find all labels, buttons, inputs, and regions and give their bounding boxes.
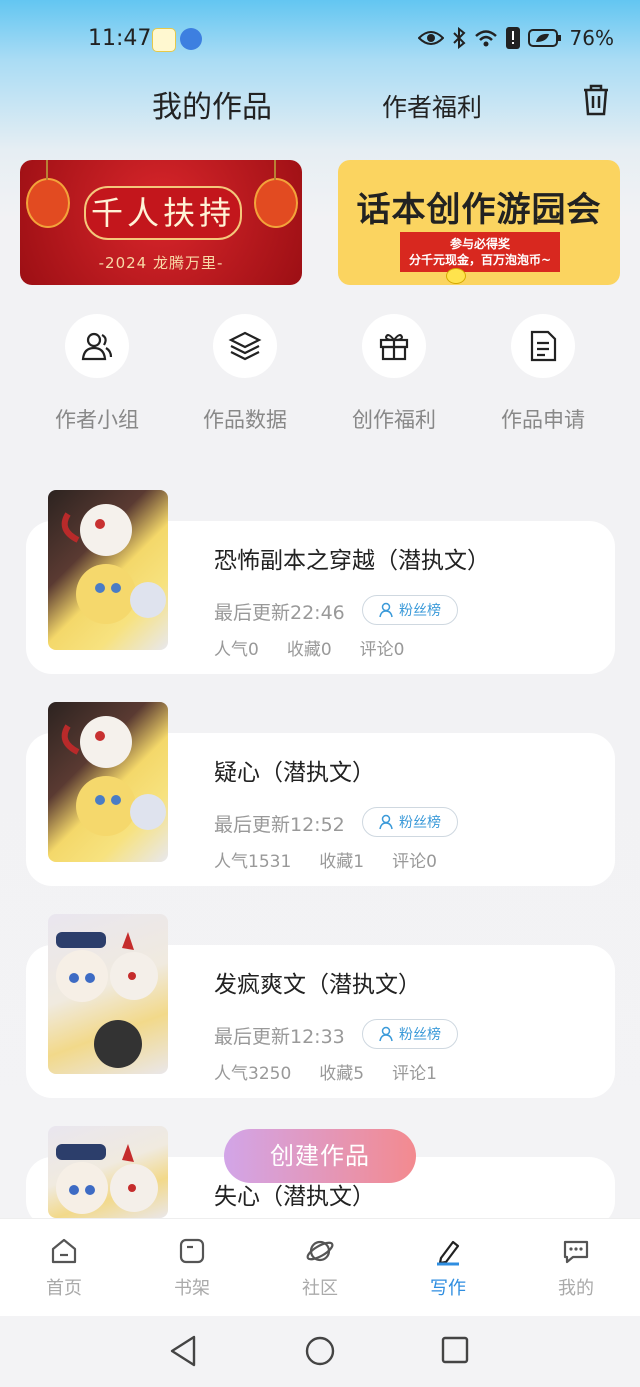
chat-icon: [563, 1240, 589, 1264]
fans-label: 粉丝榜: [399, 603, 441, 619]
nav-label: 作品数据: [203, 408, 287, 432]
lantern-right: [254, 160, 298, 228]
fans-ranking-button[interactable]: 粉丝榜: [362, 595, 458, 625]
home-circle-icon[interactable]: [304, 1335, 336, 1367]
nav-creation-welfare[interactable]: 创作福利: [329, 314, 459, 434]
work-cover[interactable]: [48, 914, 168, 1074]
work-updated: 最后更新22:46: [214, 602, 345, 624]
tab-label: 首页: [46, 1278, 82, 1299]
banner-yellow-line1: 参与必得奖: [449, 237, 510, 251]
work-title: 恐怖副本之穿越（潜执文）: [214, 548, 490, 574]
banner-creation-festival[interactable]: 话本创作游园会 参与必得奖 分千元现金，百万泡泡币~: [338, 160, 620, 285]
banner-yellow-subtitle: 参与必得奖 分千元现金，百万泡泡币~: [400, 232, 560, 272]
banner-support-program[interactable]: 千人扶持 -2024 龙腾万里-: [20, 160, 302, 285]
work-title: 疑心（潜执文）: [214, 760, 375, 786]
status-time: 11:47: [88, 26, 152, 51]
favorites: 收藏0: [286, 640, 332, 660]
nav-label: 创作福利: [352, 408, 436, 432]
back-icon[interactable]: [168, 1334, 198, 1368]
layers-icon: [228, 331, 262, 361]
nav-circle: [65, 314, 129, 378]
wifi-icon: [474, 30, 497, 47]
tab-label: 社区: [302, 1278, 338, 1299]
trash-button[interactable]: [578, 82, 614, 118]
tab-author-welfare[interactable]: 作者福利: [382, 88, 482, 124]
favorites: 收藏1: [319, 852, 365, 872]
cover-illustration: [56, 1144, 158, 1214]
status-icons: 76%: [417, 26, 614, 50]
comments: 评论0: [392, 852, 437, 872]
gift-icon: [379, 334, 409, 361]
nav-work-data[interactable]: 作品数据: [180, 314, 310, 434]
nav-work-application[interactable]: 作品申请: [478, 314, 608, 434]
tab-label: 我的: [558, 1278, 594, 1299]
nav-circle: [362, 314, 426, 378]
fans-label: 粉丝榜: [399, 1027, 441, 1043]
work-stats: 人气0 收藏0 评论0: [214, 635, 432, 660]
work-title: 发疯爽文（潜执文）: [214, 972, 421, 998]
fans-ranking-button[interactable]: 粉丝榜: [362, 1019, 458, 1049]
users-icon: [81, 332, 113, 361]
tab-bookshelf[interactable]: 书架: [152, 1236, 232, 1300]
popularity: 人气0: [214, 640, 259, 660]
browser-notification-icon: [180, 28, 202, 50]
cover-illustration: [56, 932, 158, 1068]
nav-label: 作品申请: [501, 408, 585, 432]
tab-community[interactable]: 社区: [280, 1236, 360, 1300]
bookshelf-icon: [179, 1238, 205, 1264]
mascot-icon: [446, 268, 466, 284]
eye-icon: [417, 31, 444, 45]
battery-level: 76%: [569, 26, 614, 50]
tab-home[interactable]: 首页: [24, 1236, 104, 1300]
home-icon: [51, 1238, 77, 1264]
nav-author-group[interactable]: 作者小组: [32, 314, 162, 434]
tab-label: 写作: [430, 1278, 466, 1299]
banner-red-title: 千人扶持: [84, 186, 242, 240]
cover-illustration: [61, 716, 166, 836]
pen-icon: [437, 1240, 460, 1266]
comments: 评论0: [359, 640, 405, 660]
work-updated: 最后更新12:33: [214, 1026, 345, 1048]
work-stats: 人气1531 收藏1 评论0: [214, 847, 465, 872]
work-stats: 人气3250 收藏5 评论1: [214, 1059, 465, 1084]
popularity: 人气3250: [214, 1064, 292, 1084]
bluetooth-icon: [452, 27, 466, 49]
tab-my-works[interactable]: 我的作品: [152, 82, 272, 126]
person-icon: [379, 1026, 393, 1042]
planet-icon: [306, 1240, 334, 1262]
cover-illustration: [61, 504, 166, 624]
person-icon: [379, 814, 393, 830]
person-icon: [379, 602, 393, 618]
work-cover[interactable]: [48, 702, 168, 862]
fans-label: 粉丝榜: [399, 815, 441, 831]
banner-red-subtitle: -2024 龙腾万里-: [98, 254, 224, 272]
fans-ranking-button[interactable]: 粉丝榜: [362, 807, 458, 837]
nav-circle: [213, 314, 277, 378]
nav-circle: [511, 314, 575, 378]
work-cover[interactable]: [48, 1126, 168, 1218]
recents-icon[interactable]: [440, 1335, 470, 1365]
document-icon: [530, 330, 557, 362]
popularity: 人气1531: [214, 852, 292, 872]
tab-mine[interactable]: 我的: [536, 1236, 616, 1300]
comments: 评论1: [392, 1064, 437, 1084]
favorites: 收藏5: [319, 1064, 365, 1084]
notification-app-icon: [152, 28, 176, 52]
nav-label: 作者小组: [55, 408, 139, 432]
alert-icon: [505, 27, 520, 49]
trash-icon: [584, 84, 608, 116]
battery-icon: [527, 29, 561, 47]
lantern-left: [26, 160, 70, 228]
banner-yellow-title: 话本创作游园会: [356, 190, 602, 230]
work-cover[interactable]: [48, 490, 168, 650]
tab-label: 书架: [174, 1278, 210, 1299]
tab-writing[interactable]: 写作: [408, 1236, 488, 1300]
create-work-button[interactable]: 创建作品: [224, 1129, 416, 1183]
banner-yellow-line2: 分千元现金，百万泡泡币~: [408, 253, 552, 267]
work-updated: 最后更新12:52: [214, 814, 345, 836]
